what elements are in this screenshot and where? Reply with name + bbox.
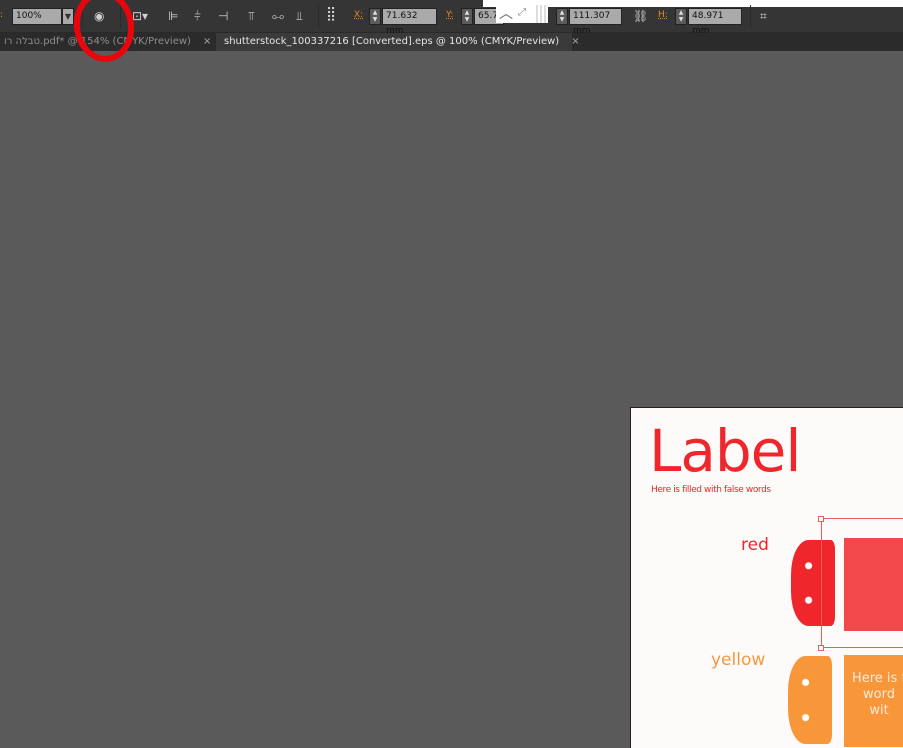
- fullscreen-icon[interactable]: ⤢: [518, 7, 526, 18]
- align-vertical-center-icon[interactable]: ⧟: [272, 9, 284, 23]
- align-horizontal-center-icon[interactable]: ⫩: [194, 9, 201, 23]
- control-toolbar: : 100% ▼ ◉ ⊡▾ ⊫ ⫩ ⊣ ⫪ ⧟ ⫫ ⣿ X: ▲ ▼ 71.632…: [0, 0, 903, 36]
- zoom-field[interactable]: 100%: [12, 8, 62, 25]
- overlay-popup: ︿ ⤢: [496, 5, 536, 23]
- h-field[interactable]: 48.971 mm: [688, 8, 742, 36]
- box-line: wit: [869, 703, 889, 718]
- document-tab-bar: טבלה רו.pdf* @ 154% (CMYK/Preview) × shut…: [0, 33, 903, 51]
- constrain-proportions-link-icon[interactable]: ⛓: [633, 9, 648, 23]
- close-icon[interactable]: ×: [203, 36, 211, 47]
- chevron-up-icon[interactable]: ︿: [499, 3, 513, 23]
- selection-bounding-box[interactable]: [821, 518, 903, 648]
- h-label: H:: [658, 10, 668, 20]
- tab-document-2[interactable]: shutterstock_100337216 [Converted].eps @…: [216, 33, 580, 51]
- h-stepper[interactable]: ▲ ▼: [675, 8, 687, 25]
- x-stepper[interactable]: ▲ ▼: [369, 8, 381, 25]
- box-line: word: [863, 687, 895, 702]
- selection-handle[interactable]: [818, 645, 824, 651]
- w-stepper[interactable]: ▲ ▼: [556, 8, 568, 25]
- row-name-red: red: [741, 535, 769, 555]
- align-bottom-icon[interactable]: ⫫: [296, 9, 303, 23]
- align-to-selection-icon[interactable]: ⊡▾: [132, 9, 148, 23]
- selection-handle[interactable]: [818, 516, 824, 522]
- x-field[interactable]: 71.632 mm: [382, 8, 437, 36]
- tab-label: shutterstock_100337216 [Converted].eps @…: [224, 36, 560, 47]
- label-subtitle: Here is filled with false words: [651, 485, 771, 495]
- reference-point-icon[interactable]: ⣿: [326, 7, 336, 21]
- grid-handle: [536, 5, 548, 23]
- label-title: Label: [649, 417, 801, 485]
- transform-icon[interactable]: ⌗: [760, 9, 767, 23]
- x-label: X:: [354, 10, 364, 20]
- align-top-icon[interactable]: ⫪: [248, 9, 255, 23]
- align-right-icon[interactable]: ⊣: [218, 9, 228, 23]
- row-name-yellow: yellow: [711, 650, 766, 670]
- yellow-label-box: Here is f word wit: [844, 655, 903, 747]
- align-left-icon[interactable]: ⊫: [168, 9, 178, 23]
- zoom-dropdown-arrow-icon[interactable]: ▼: [62, 8, 74, 25]
- zoom-label-fragment: :: [0, 10, 4, 20]
- red-annotation-circle: [69, 0, 139, 66]
- y-label: Y:: [446, 10, 454, 20]
- box-line: Here is f: [851, 671, 903, 686]
- artboard: Label Here is filled with false words re…: [630, 407, 903, 748]
- y-stepper[interactable]: ▲ ▼: [461, 8, 473, 25]
- ornament-yellow: [788, 656, 832, 744]
- close-icon[interactable]: ×: [571, 36, 579, 47]
- w-field[interactable]: 111.307 mm: [569, 8, 622, 36]
